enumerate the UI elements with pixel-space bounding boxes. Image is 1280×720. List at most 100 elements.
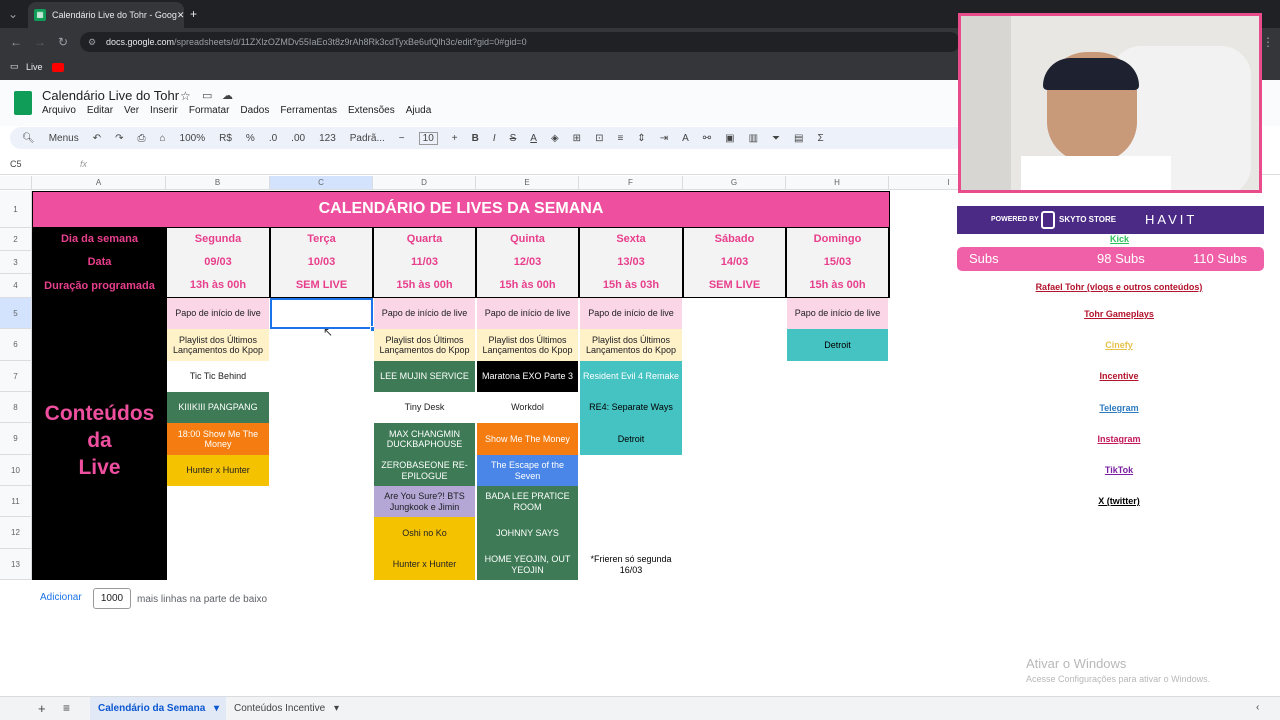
collapse-sidebar-icon[interactable]: ‹ bbox=[1256, 702, 1259, 713]
row-header[interactable]: 3 bbox=[0, 251, 32, 274]
content-cell[interactable]: Workdol bbox=[477, 392, 578, 423]
menu-ver[interactable]: Ver bbox=[124, 105, 139, 116]
menu-arquivo[interactable]: Arquivo bbox=[42, 105, 76, 116]
day-duration[interactable]: 13h às 00h bbox=[167, 274, 269, 297]
row-header[interactable]: 8 bbox=[0, 392, 32, 423]
col-header[interactable]: D bbox=[373, 176, 476, 190]
content-cell[interactable]: Papo de início de live bbox=[580, 298, 682, 329]
day-name[interactable]: Domingo bbox=[787, 228, 888, 251]
number-format-button[interactable]: 123 bbox=[319, 133, 336, 144]
content-cell[interactable]: Are You Sure?! BTS Jungkook e Jimin bbox=[374, 486, 475, 517]
col-header[interactable]: F bbox=[579, 176, 683, 190]
tab-close-icon[interactable]: ✕ bbox=[177, 10, 184, 21]
row-header[interactable]: 13 bbox=[0, 549, 32, 580]
tab-calendario[interactable]: Calendário da Semana ▾ bbox=[90, 697, 226, 720]
content-cell[interactable]: Detroit bbox=[580, 423, 682, 455]
text-color-icon[interactable]: A bbox=[530, 133, 537, 144]
content-cell[interactable]: Playlist dos Últimos Lançamentos do Kpop bbox=[374, 329, 475, 361]
row-header[interactable]: 4 bbox=[0, 274, 32, 298]
name-box[interactable]: C5 bbox=[10, 159, 22, 169]
strikethrough-icon[interactable]: S bbox=[510, 133, 517, 144]
tab-dropdown-icon[interactable]: ▾ bbox=[214, 703, 219, 714]
col-header[interactable]: E bbox=[476, 176, 579, 190]
row-header[interactable]: 1 bbox=[0, 191, 32, 228]
rotate-icon[interactable]: A bbox=[682, 133, 689, 144]
site-info-icon[interactable]: ⚙ bbox=[88, 32, 96, 52]
menu-dados[interactable]: Dados bbox=[240, 105, 269, 116]
day-duration[interactable]: 15h às 03h bbox=[580, 274, 682, 297]
row-header[interactable]: 11 bbox=[0, 486, 32, 517]
currency-button[interactable]: R$ bbox=[219, 133, 232, 144]
functions-icon[interactable]: Σ bbox=[818, 133, 824, 144]
wrap-icon[interactable]: ⇥ bbox=[660, 133, 668, 144]
day-name[interactable]: Sexta bbox=[580, 228, 682, 251]
menu-ajuda[interactable]: Ajuda bbox=[406, 105, 432, 116]
menu-inserir[interactable]: Inserir bbox=[150, 105, 178, 116]
day-name[interactable]: Sábado bbox=[684, 228, 785, 251]
increase-decimal-button[interactable]: .00 bbox=[291, 133, 305, 144]
move-folder-icon[interactable]: ▭ bbox=[202, 89, 212, 102]
tab-search-icon[interactable]: ⌄ bbox=[8, 4, 18, 24]
day-date[interactable]: 15/03 bbox=[787, 251, 888, 274]
content-cell[interactable]: Maratona EXO Parte 3 bbox=[477, 361, 578, 392]
menu-formatar[interactable]: Formatar bbox=[189, 105, 230, 116]
row-header[interactable]: 12 bbox=[0, 517, 32, 549]
percent-button[interactable]: % bbox=[246, 133, 255, 144]
day-date[interactable]: 14/03 bbox=[684, 251, 785, 274]
merge-icon[interactable]: ⊡ bbox=[595, 133, 603, 144]
link-twitter[interactable]: X (twitter) bbox=[960, 496, 1278, 506]
row-header[interactable]: 6 bbox=[0, 329, 32, 361]
content-cell[interactable]: Papo de início de live bbox=[477, 298, 578, 329]
browser-menu-icon[interactable]: ⋮ bbox=[1262, 32, 1274, 52]
day-name[interactable]: Quinta bbox=[477, 228, 578, 251]
font-size-field[interactable]: 10 bbox=[418, 131, 438, 145]
content-cell[interactable]: Hunter x Hunter bbox=[167, 455, 269, 486]
col-header[interactable]: C bbox=[270, 176, 373, 190]
all-sheets-icon[interactable]: ≡ bbox=[63, 701, 70, 715]
doc-title[interactable]: Calendário Live do Tohr bbox=[42, 88, 179, 103]
day-name[interactable]: Terça bbox=[271, 228, 372, 251]
link-instagram[interactable]: Instagram bbox=[960, 434, 1278, 444]
menu-extensoes[interactable]: Extensões bbox=[348, 105, 395, 116]
add-sheet-icon[interactable]: + bbox=[38, 701, 46, 716]
decrease-decimal-button[interactable]: .0 bbox=[269, 133, 277, 144]
content-cell[interactable]: Playlist dos Últimos Lançamentos do Kpop bbox=[477, 329, 578, 361]
chart-icon[interactable]: ▥ bbox=[749, 133, 758, 144]
content-cell[interactable]: Hunter x Hunter bbox=[374, 549, 475, 580]
day-duration[interactable]: 15h às 00h bbox=[374, 274, 475, 297]
link-tiktok[interactable]: TikTok bbox=[960, 465, 1278, 475]
link-cinefy[interactable]: Cinefy bbox=[960, 340, 1278, 350]
redo-icon[interactable]: ↷ bbox=[115, 133, 123, 144]
sheets-logo-icon[interactable] bbox=[14, 91, 32, 115]
col-header[interactable]: B bbox=[166, 176, 270, 190]
paint-format-icon[interactable]: ⌂ bbox=[160, 133, 166, 144]
select-all-corner[interactable] bbox=[0, 176, 32, 190]
search-menus-icon[interactable]: 🔍︎ bbox=[22, 133, 35, 144]
day-duration[interactable]: 15h às 00h bbox=[477, 274, 578, 297]
font-size-plus-icon[interactable]: + bbox=[452, 133, 458, 144]
new-tab-icon[interactable]: + bbox=[190, 4, 197, 24]
content-cell[interactable]: Playlist dos Últimos Lançamentos do Kpop bbox=[580, 329, 682, 361]
row-header[interactable]: 9 bbox=[0, 423, 32, 455]
selected-cell-c5[interactable] bbox=[270, 298, 373, 329]
content-cell[interactable]: ZEROBASEONE RE-EPILOGUE bbox=[374, 455, 475, 486]
day-date[interactable]: 13/03 bbox=[580, 251, 682, 274]
link-telegram[interactable]: Telegram bbox=[960, 403, 1278, 413]
browser-tab[interactable]: ▦ Calendário Live do Tohr - Goog ✕ bbox=[28, 2, 184, 28]
label-duration[interactable]: Duração programada bbox=[33, 274, 166, 298]
col-header[interactable]: G bbox=[683, 176, 786, 190]
content-cell[interactable]: Papo de início de live bbox=[374, 298, 475, 329]
day-date[interactable]: 09/03 bbox=[167, 251, 269, 274]
print-icon[interactable]: ⎙ bbox=[138, 133, 146, 144]
day-duration[interactable]: SEM LIVE bbox=[684, 274, 785, 297]
valign-icon[interactable]: ⇕ bbox=[637, 133, 645, 144]
content-cell[interactable]: Papo de início de live bbox=[167, 298, 269, 329]
content-cell[interactable]: LEE MUJIN SERVICE bbox=[374, 361, 475, 392]
tab-dropdown-icon[interactable]: ▾ bbox=[334, 703, 339, 714]
content-cell[interactable]: KIIIKIII PANGPANG bbox=[167, 392, 269, 423]
filter-views-icon[interactable]: ▤ bbox=[794, 133, 803, 144]
row-header[interactable]: 10 bbox=[0, 455, 32, 486]
content-cell[interactable]: 18:00 Show Me The Money bbox=[167, 423, 269, 455]
row-header[interactable]: 7 bbox=[0, 361, 32, 392]
font-select[interactable]: Padrã... bbox=[350, 133, 385, 144]
